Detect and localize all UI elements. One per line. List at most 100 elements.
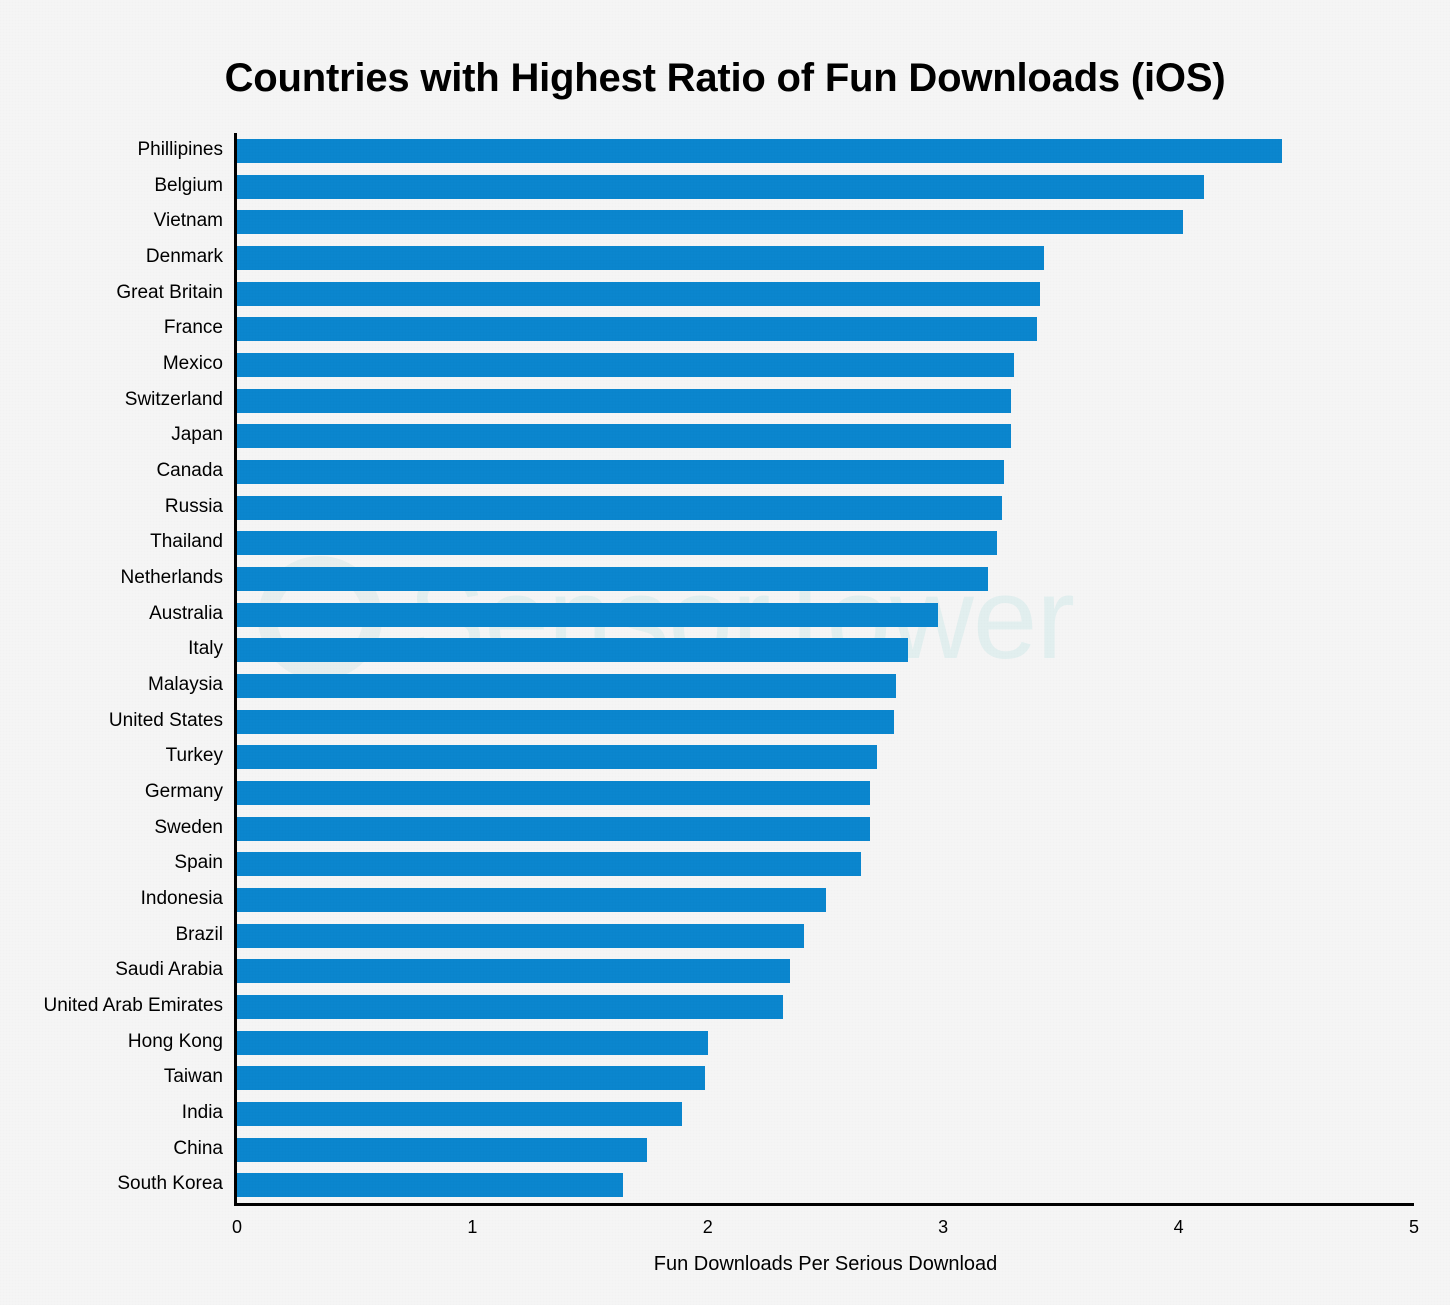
bar[interactable]: [237, 531, 998, 556]
bar-row: Spain: [174, 846, 1414, 882]
bar[interactable]: [237, 745, 878, 770]
bar-category-label: United States: [108, 709, 223, 731]
bar[interactable]: [237, 460, 1005, 484]
bar-category-label: Switzerland: [124, 388, 223, 410]
bar-row: Italy: [188, 632, 1414, 668]
bar-category-label: Vietnam: [153, 210, 223, 232]
bar-category-label: Sweden: [154, 816, 223, 838]
x-tick-label: 4: [1173, 1217, 1184, 1237]
bar-category-label: Indonesia: [140, 888, 223, 909]
bar-row: Taiwan: [164, 1060, 1414, 1096]
bar-row: Germany: [145, 775, 1414, 811]
bar-row: South Korea: [117, 1167, 1414, 1203]
bar[interactable]: [237, 781, 871, 805]
bar[interactable]: [237, 1066, 706, 1091]
bar-category-label: Turkey: [165, 745, 223, 767]
bar-row: Canada: [156, 454, 1414, 490]
bar-row: Switzerland: [125, 383, 1414, 419]
bar-row: France: [164, 311, 1414, 347]
bar[interactable]: [237, 567, 988, 591]
bar-category-label: Germany: [144, 781, 223, 802]
bar-row: Turkey: [166, 739, 1414, 775]
bar[interactable]: [237, 174, 1205, 199]
bar-row: Vietnam: [154, 204, 1414, 240]
bar-row: United States: [109, 704, 1414, 740]
bar-row: Japan: [171, 418, 1414, 454]
bar-chart: Countries with Highest Ratio of Fun Down…: [0, 0, 1450, 1305]
bar-row: India: [182, 1096, 1414, 1132]
bar-category-label: Phillipines: [137, 139, 223, 160]
bar-category-label: China: [173, 1137, 223, 1159]
bar-row: United Arab Emirates: [43, 989, 1414, 1025]
bar[interactable]: [237, 210, 1184, 235]
bar-category-label: Denmark: [145, 246, 223, 267]
bar-row: Saudi Arabia: [115, 953, 1414, 989]
bar[interactable]: [237, 353, 1014, 377]
x-tick-label: 2: [702, 1217, 713, 1237]
bar[interactable]: [237, 638, 908, 663]
bar-category-label: Canada: [156, 460, 223, 481]
bar-row: Australia: [149, 597, 1414, 633]
bar-category-label: Netherlands: [120, 567, 223, 588]
bar[interactable]: [237, 816, 871, 841]
bar-row: Indonesia: [141, 882, 1414, 918]
bar-category-label: Malaysia: [148, 674, 223, 695]
bar[interactable]: [237, 495, 1003, 520]
x-tick-label: 1: [467, 1217, 478, 1237]
bar[interactable]: [237, 281, 1040, 306]
chart-title: Countries with Highest Ratio of Fun Down…: [224, 56, 1226, 100]
bar-row: China: [173, 1132, 1414, 1168]
bar-category-label: Thailand: [150, 531, 223, 553]
bar-category-label: Hong Kong: [127, 1030, 223, 1052]
bar-category-label: Mexico: [162, 353, 223, 374]
bar-row: Phillipines: [137, 133, 1414, 169]
bar-row: Great Britain: [116, 276, 1414, 312]
bar[interactable]: [237, 139, 1283, 163]
bar-category-label: Taiwan: [163, 1066, 223, 1088]
bar[interactable]: [237, 246, 1045, 270]
bar[interactable]: [237, 959, 791, 984]
bar-row: Denmark: [146, 240, 1414, 276]
bar[interactable]: [237, 602, 939, 627]
bar[interactable]: [237, 995, 784, 1019]
bar-row: Sweden: [154, 811, 1414, 847]
bar[interactable]: [237, 923, 805, 948]
bar-category-label: Belgium: [154, 174, 223, 196]
bar-category-label: India: [181, 1102, 223, 1123]
x-axis-title: Fun Downloads Per Serious Download: [653, 1253, 998, 1275]
bar[interactable]: [237, 424, 1012, 449]
bar-row: Malaysia: [148, 668, 1414, 704]
bar-category-label: Russia: [164, 495, 223, 517]
plot-area: Phillipines Belgium Vietnam Denmark Great Br…: [43, 133, 1419, 1275]
bar[interactable]: [237, 852, 861, 877]
bar[interactable]: [237, 388, 1012, 413]
bar[interactable]: [237, 317, 1038, 342]
x-tick-label: 3: [938, 1217, 949, 1237]
bar-category-label: Australia: [149, 602, 223, 624]
bar-category-label: Japan: [171, 424, 223, 446]
bar-category-label: Spain: [174, 852, 223, 874]
bar-category-label: Brazil: [175, 923, 223, 945]
bar-row: Netherlands: [121, 561, 1414, 597]
bar-category-label: Saudi Arabia: [115, 959, 223, 981]
bar[interactable]: [237, 674, 897, 698]
bar-category-label: France: [163, 317, 223, 339]
bar-category-label: Italy: [188, 638, 223, 660]
x-tick-label: 5: [1408, 1217, 1420, 1237]
bar-row: Hong Kong: [128, 1025, 1414, 1061]
bar[interactable]: [237, 1173, 624, 1198]
bar[interactable]: [237, 709, 894, 734]
bar[interactable]: [237, 1137, 647, 1162]
bar-row: Mexico: [163, 347, 1414, 383]
bar[interactable]: [237, 1102, 682, 1126]
bar-row: Brazil: [175, 918, 1414, 954]
bar-category-label: South Korea: [117, 1173, 223, 1195]
bar-row: Russia: [165, 490, 1414, 526]
bar-category-label: United Arab Emirates: [43, 995, 223, 1016]
bar[interactable]: [237, 1030, 708, 1055]
bar-category-label: Great Britain: [116, 281, 223, 303]
x-axis-line: [234, 1203, 1414, 1206]
bar[interactable]: [237, 888, 826, 912]
x-tick-label: 0: [231, 1217, 243, 1237]
bar-row: Thailand: [150, 525, 1414, 561]
